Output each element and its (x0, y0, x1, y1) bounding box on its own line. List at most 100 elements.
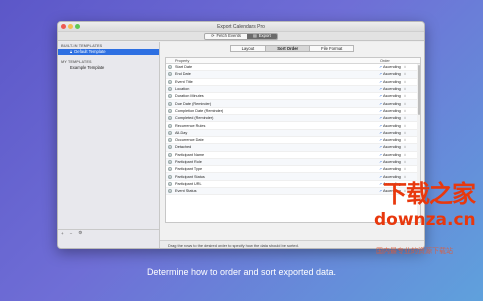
drag-handle-icon[interactable]: ≡ (168, 72, 172, 77)
drag-handle-icon[interactable]: ≡ (168, 138, 172, 143)
table-row[interactable]: ≡ Participant Type ↗ Ascending ⇕ (166, 166, 420, 174)
export-button[interactable]: ▤ Export (246, 33, 277, 39)
order-select[interactable]: ↗ Ascending ⇕ (379, 153, 417, 157)
sort-arrow-icon: ↗ (379, 116, 383, 121)
drag-handle-icon[interactable]: ≡ (168, 101, 172, 106)
table-row[interactable]: ≡ All-Day ↗ Ascending ⇕ (166, 129, 420, 137)
property-cell: Completion Date (Reminder) (175, 108, 224, 113)
sidebar-item-example-template[interactable]: Example Template (58, 65, 159, 71)
close-window-button[interactable] (61, 24, 66, 29)
order-select[interactable]: ↗ Ascending ⇕ (379, 131, 417, 135)
sort-arrow-icon: ↗ (379, 189, 383, 194)
drag-handle-icon[interactable]: ≡ (168, 189, 172, 194)
drag-handle-icon[interactable]: ≡ (168, 174, 172, 179)
table-row[interactable]: ≡ Recurrence Rules ↗ Ascending ⇕ (166, 122, 420, 130)
column-header-property[interactable]: Property (166, 58, 380, 63)
zoom-window-button[interactable] (75, 24, 80, 29)
order-value: Ascending (383, 94, 401, 99)
chevron-updown-icon: ⇕ (403, 160, 407, 164)
property-cell: All-Day (175, 130, 188, 135)
drag-handle-icon[interactable]: ≡ (168, 160, 172, 164)
drag-handle-icon[interactable]: ≡ (168, 87, 172, 92)
sidebar-item-label: Example Template (70, 64, 105, 70)
drag-handle-icon[interactable]: ≡ (168, 123, 172, 128)
drag-handle-icon[interactable]: ≡ (168, 145, 172, 150)
order-select[interactable]: ↗ Ascending ⇕ (379, 65, 417, 69)
drag-handle-icon[interactable]: ≡ (168, 167, 172, 172)
table-row[interactable]: ≡ End Date ↗ Ascending ⇕ (166, 71, 420, 79)
order-value: Ascending (383, 108, 401, 113)
table-row[interactable]: ≡ Completed (Reminder) ↗ Ascending ⇕ (166, 115, 420, 123)
table-row[interactable]: ≡ Occurrence Date ↗ Ascending ⇕ (166, 137, 420, 145)
drag-handle-icon[interactable]: ≡ (168, 79, 172, 84)
table-row[interactable]: ≡ Event Status ↗ Ascending ⇕ (166, 188, 420, 196)
toolbar-segmented-control: ⟳ Fetch Events ▤ Export (204, 32, 278, 40)
table-row[interactable]: ≡ Completion Date (Reminder) ↗ Ascending ⇕ (166, 108, 420, 116)
order-select[interactable]: ↗ Ascending ⇕ (379, 167, 417, 171)
table-row[interactable]: ≡ Participant Name ↗ Ascending ⇕ (166, 152, 420, 159)
table-row[interactable]: ≡ Detached ↗ Ascending ⇕ (166, 144, 420, 152)
drag-handle-icon[interactable]: ≡ (168, 108, 172, 113)
sidebar-bottom-bar: + − ⚙ (58, 229, 159, 236)
order-value: Ascending (383, 101, 401, 106)
sort-arrow-icon: ↗ (379, 152, 383, 157)
property-cell: Detached (175, 145, 192, 150)
drag-handle-icon[interactable]: ≡ (168, 130, 172, 135)
caption-text: Determine how to order and sort exported… (146, 267, 337, 277)
table-row[interactable]: ≡ Event Title ↗ Ascending ⇕ (166, 79, 420, 86)
order-select[interactable]: ↗ Ascending ⇕ (379, 145, 417, 149)
tab-sort-order[interactable]: Sort Order (266, 45, 311, 52)
drag-handle-icon[interactable]: ≡ (168, 181, 172, 186)
scrollbar-thumb[interactable] (417, 65, 420, 115)
minimize-window-button[interactable] (68, 24, 73, 29)
order-select[interactable]: ↗ Ascending ⇕ (379, 72, 417, 76)
tab-bar: Layout Sort Order File Format (160, 42, 424, 52)
tab-file-format[interactable]: File Format (310, 45, 355, 52)
order-select[interactable]: ↗ Ascending ⇕ (379, 160, 417, 164)
table-row[interactable]: ≡ Start Date ↗ Ascending ⇕ (166, 64, 420, 72)
property-cell: Completed (Reminder) (175, 116, 214, 121)
table-row[interactable]: ≡ Location ↗ Ascending ⇕ (166, 85, 420, 94)
tab-layout[interactable]: Layout (229, 45, 267, 52)
remove-template-button[interactable]: − (70, 231, 73, 236)
property-cell: Participant Role (175, 160, 202, 164)
table-row[interactable]: ≡ Participant URL ↗ Ascending ⇕ (166, 181, 420, 189)
add-template-button[interactable]: + (61, 231, 64, 236)
order-select[interactable]: ↗ Ascending ⇕ (379, 80, 417, 84)
order-value: Ascending (383, 116, 401, 121)
fetch-events-label: Fetch Events (216, 33, 241, 39)
chevron-updown-icon: ⇕ (403, 167, 407, 172)
sort-arrow-icon: ↗ (379, 79, 383, 84)
drag-handle-icon[interactable]: ≡ (168, 65, 172, 70)
drag-handle-icon[interactable]: ≡ (168, 152, 172, 157)
fetch-events-button[interactable]: ⟳ Fetch Events (205, 33, 247, 39)
table-row[interactable]: ≡ Participant Status ↗ Ascending ⇕ (166, 173, 420, 181)
order-select[interactable]: ↗ Ascending ⇕ (379, 116, 417, 120)
window-controls (61, 24, 80, 29)
order-select[interactable]: ↗ Ascending ⇕ (379, 102, 417, 106)
order-select[interactable]: ↗ Ascending ⇕ (379, 109, 417, 113)
property-cell: End Date (175, 72, 191, 77)
drag-handle-icon[interactable]: ≡ (168, 94, 172, 99)
table-row[interactable]: ≡ Duration Minutes ↗ Ascending ⇕ (166, 93, 420, 101)
sort-arrow-icon: ↗ (379, 123, 383, 128)
order-select[interactable]: ↗ Ascending ⇕ (379, 87, 417, 91)
sort-arrow-icon: ↗ (379, 87, 383, 92)
order-select[interactable]: ↗ Ascending ⇕ (379, 138, 417, 142)
order-value: Ascending (383, 79, 401, 84)
window-content: BUILT-IN TEMPLATES 🔒︎ Default Template M… (58, 42, 424, 248)
order-value: Ascending (383, 167, 401, 172)
order-select[interactable]: ↗ Ascending ⇕ (379, 124, 417, 128)
sidebar-item-default-template[interactable]: 🔒︎ Default Template (58, 49, 159, 55)
chevron-updown-icon: ⇕ (403, 79, 407, 84)
order-select[interactable]: ↗ Ascending ⇕ (379, 94, 417, 98)
table-row[interactable]: ≡ Due Date (Reminder) ↗ Ascending ⇕ (166, 100, 420, 108)
table-row[interactable]: ≡ Participant Role ↗ Ascending ⇕ (166, 158, 420, 167)
property-cell: Participant Type (175, 167, 203, 172)
drag-handle-icon[interactable]: ≡ (168, 116, 172, 121)
lock-icon: 🔒︎ (70, 48, 73, 54)
sort-arrow-icon: ↗ (379, 94, 383, 99)
column-header-order[interactable]: Order (380, 58, 390, 63)
gear-icon[interactable]: ⚙ (78, 230, 82, 236)
sort-arrow-icon: ↗ (379, 160, 383, 164)
